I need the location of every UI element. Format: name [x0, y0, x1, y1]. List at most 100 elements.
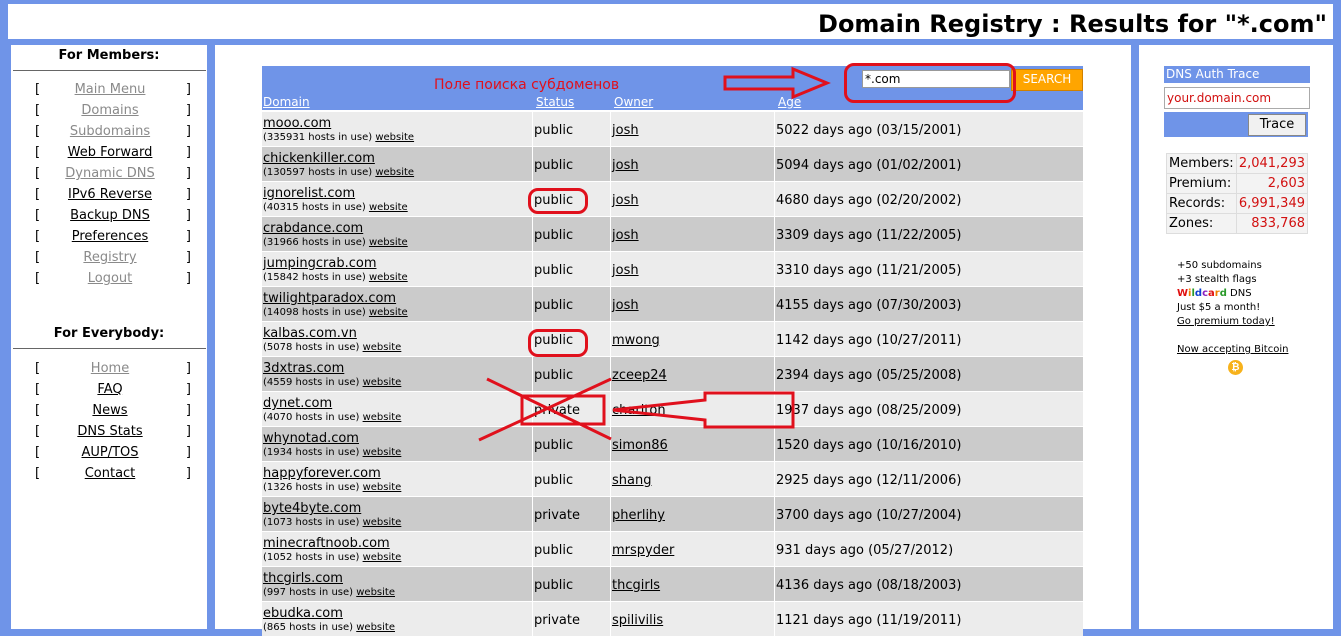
age-text: 3310 days ago (11/21/2005) — [776, 263, 962, 278]
bracket: ] — [185, 445, 191, 460]
website-link[interactable]: website — [369, 202, 408, 213]
status-cell: public — [533, 217, 611, 251]
sidebar-link[interactable]: AUP/TOS — [35, 445, 185, 460]
website-link[interactable]: website — [375, 167, 414, 178]
website-link[interactable]: website — [363, 447, 402, 458]
domain-link[interactable]: dynet.com — [263, 396, 332, 411]
hosts-count: (1052 hosts in use) — [263, 552, 360, 563]
go-premium-link[interactable]: Go premium today! — [1177, 316, 1275, 327]
owner-link[interactable]: spilivilis — [612, 613, 663, 628]
owner-link[interactable]: josh — [612, 263, 639, 278]
table-row: kalbas.com.vn (5078 hosts in use) website… — [262, 322, 1083, 356]
table-row: thcgirls.com (997 hosts in use) website pu… — [262, 567, 1083, 601]
owner-link[interactable]: mrspyder — [612, 543, 674, 558]
owner-cell: simon86 — [611, 427, 775, 461]
website-link[interactable]: website — [356, 587, 395, 598]
search-button[interactable]: SEARCH — [1011, 69, 1083, 91]
col-header-age[interactable]: Age — [778, 95, 801, 109]
owner-link[interactable]: simon86 — [612, 438, 668, 453]
website-link[interactable]: website — [363, 412, 402, 423]
status-highlight-oval — [528, 188, 588, 214]
dns-trace-input[interactable]: your.domain.com — [1164, 87, 1310, 109]
owner-link[interactable]: zceep24 — [612, 368, 667, 383]
owner-link[interactable]: josh — [612, 298, 639, 313]
status-cell: public — [533, 532, 611, 566]
status-text: public — [534, 543, 574, 558]
col-header-domain[interactable]: Domain — [263, 95, 310, 109]
owner-link[interactable]: thcgirls — [612, 578, 660, 593]
sidebar-link[interactable]: Preferences — [35, 229, 185, 244]
domain-link[interactable]: chickenkiller.com — [263, 151, 375, 166]
sidebar-link[interactable]: Main Menu — [35, 82, 185, 97]
owner-link[interactable]: charlton — [612, 403, 666, 418]
sidebar-link[interactable]: DNS Stats — [35, 424, 185, 439]
domain-link[interactable]: thcgirls.com — [263, 571, 343, 586]
sidebar-link[interactable]: Subdomains — [35, 124, 185, 139]
website-link[interactable]: website — [356, 622, 395, 633]
owner-link[interactable]: mwong — [612, 333, 660, 348]
domain-link[interactable]: twilightparadox.com — [263, 291, 396, 306]
domain-link[interactable]: ignorelist.com — [263, 186, 355, 201]
website-link[interactable]: website — [363, 342, 402, 353]
website-link[interactable]: website — [363, 552, 402, 563]
hosts-info: (14098 hosts in use) website — [263, 307, 408, 318]
owner-link[interactable]: josh — [612, 193, 639, 208]
sidebar-link[interactable]: Web Forward — [35, 145, 185, 160]
sidebar-link[interactable]: Domains — [35, 103, 185, 118]
domain-link[interactable]: byte4byte.com — [263, 501, 361, 516]
col-header-owner[interactable]: Owner — [614, 95, 653, 109]
owner-link[interactable]: josh — [612, 228, 639, 243]
sidebar-link[interactable]: Registry — [35, 250, 185, 265]
domain-link[interactable]: mooo.com — [263, 116, 331, 131]
website-link[interactable]: website — [363, 482, 402, 493]
sidebar-link[interactable]: News — [35, 403, 185, 418]
website-link[interactable]: website — [369, 272, 408, 283]
owner-link[interactable]: shang — [612, 473, 651, 488]
website-link[interactable]: website — [375, 132, 414, 143]
owner-link[interactable]: pherlihy — [612, 508, 665, 523]
owner-cell: pherlihy — [611, 497, 775, 531]
bitcoin-link[interactable]: Now accepting Bitcoin — [1177, 344, 1288, 355]
domain-cell: whynotad.com (1934 hosts in use) website — [262, 427, 533, 461]
sidebar-link[interactable]: FAQ — [35, 382, 185, 397]
sidebar-link[interactable]: Dynamic DNS — [35, 166, 185, 181]
stat-value: 6,991,349 — [1235, 193, 1309, 214]
trace-button[interactable]: Trace — [1248, 114, 1306, 136]
hosts-count: (865 hosts in use) — [263, 622, 354, 633]
domain-link[interactable]: kalbas.com.vn — [263, 326, 357, 341]
owner-link[interactable]: josh — [612, 158, 639, 173]
sidebar-link[interactable]: Home — [35, 361, 185, 376]
col-header-status[interactable]: Status — [536, 95, 574, 109]
sidebar-link[interactable]: Contact — [35, 466, 185, 481]
age-cell: 2394 days ago (05/25/2008) — [775, 357, 1083, 391]
age-text: 4680 days ago (02/20/2002) — [776, 193, 962, 208]
bracket: ] — [185, 124, 191, 139]
hosts-count: (5078 hosts in use) — [263, 342, 360, 353]
domain-cell: ignorelist.com (40315 hosts in use) websi… — [262, 182, 533, 216]
domain-link[interactable]: minecraftnoob.com — [263, 536, 390, 551]
dns-trace-title: DNS Auth Trace — [1164, 66, 1310, 83]
domain-cell: jumpingcrab.com (15842 hosts in use) webs… — [262, 252, 533, 286]
hosts-count: (31966 hosts in use) — [263, 237, 366, 248]
website-link[interactable]: website — [363, 517, 402, 528]
hosts-info: (1326 hosts in use) website — [263, 482, 401, 493]
owner-link[interactable]: josh — [612, 123, 639, 138]
domain-link[interactable]: ebudka.com — [263, 606, 343, 621]
domain-link[interactable]: crabdance.com — [263, 221, 363, 236]
hosts-info: (865 hosts in use) website — [263, 622, 395, 633]
domain-link[interactable]: happyforever.com — [263, 466, 381, 481]
age-text: 4155 days ago (07/30/2003) — [776, 298, 962, 313]
website-link[interactable]: website — [363, 377, 402, 388]
table-row: twilightparadox.com (14098 hosts in use) … — [262, 287, 1083, 321]
sidebar-link[interactable]: Logout — [35, 271, 185, 286]
domain-link[interactable]: whynotad.com — [263, 431, 359, 446]
domain-link[interactable]: 3dxtras.com — [263, 361, 344, 376]
sidebar-item: [Logout] — [35, 271, 191, 292]
sidebar-link[interactable]: Backup DNS — [35, 208, 185, 223]
domain-link[interactable]: jumpingcrab.com — [263, 256, 376, 271]
domain-cell: thcgirls.com (997 hosts in use) website — [262, 567, 533, 601]
stat-label: Records: — [1166, 193, 1237, 214]
website-link[interactable]: website — [369, 307, 408, 318]
website-link[interactable]: website — [369, 237, 408, 248]
sidebar-link[interactable]: IPv6 Reverse — [35, 187, 185, 202]
